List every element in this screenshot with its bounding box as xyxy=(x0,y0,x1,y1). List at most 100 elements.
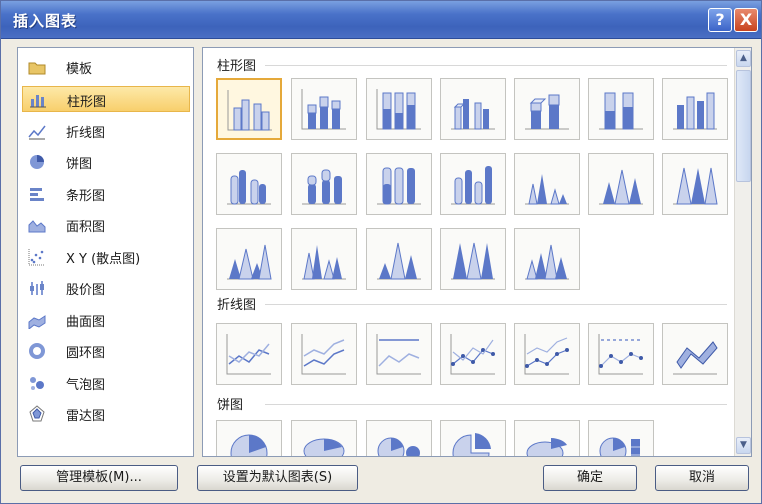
category-pie[interactable]: 饼图 xyxy=(22,149,190,175)
chart-type-exploded-pie[interactable] xyxy=(440,420,506,456)
category-label: 条形图 xyxy=(66,189,106,204)
chart-category-list: 模板 柱形图 折线图 饼图 条形图 面积图 X Y (散点图) 股价图 曲面图 … xyxy=(17,47,194,457)
dialog-title: 插入图表 xyxy=(13,12,78,30)
3d-cylinder-icon xyxy=(451,166,495,205)
chart-type-clustered-cylinder[interactable] xyxy=(216,153,282,215)
3d-clustered-column-icon xyxy=(451,99,495,130)
chart-type-100-stacked-line[interactable] xyxy=(366,323,432,385)
pie-chart-icon xyxy=(30,155,44,169)
chart-type-stacked-column[interactable] xyxy=(291,78,357,140)
doughnut-chart-icon xyxy=(29,343,45,359)
chart-type-line-with-markers[interactable] xyxy=(440,323,506,385)
chart-type-3d-clustered-column[interactable] xyxy=(440,78,506,140)
category-surface[interactable]: 曲面图 xyxy=(22,307,190,333)
chart-type-100-stacked-column[interactable] xyxy=(366,78,432,140)
title-bar[interactable]: 插入图表 ? X xyxy=(1,1,761,39)
manage-templates-button[interactable]: 管理模板(M)... xyxy=(20,465,178,491)
chart-type-3d-column[interactable] xyxy=(662,78,728,140)
clustered-pyramid-icon xyxy=(302,245,346,280)
section-title-pie: 饼图 xyxy=(217,398,244,413)
chart-type-stacked-cone[interactable] xyxy=(588,153,654,215)
set-as-default-chart-button[interactable]: 设置为默认图表(S) xyxy=(197,465,358,491)
line-icon xyxy=(226,334,271,375)
percent-stacked-line-icon xyxy=(376,334,421,375)
line-chart-icon xyxy=(28,125,46,140)
section-divider xyxy=(265,65,727,66)
chart-type-3d-pie[interactable] xyxy=(291,420,357,456)
chart-type-stacked-cylinder[interactable] xyxy=(291,153,357,215)
chart-type-clustered-cone[interactable] xyxy=(514,153,580,215)
scatter-chart-icon xyxy=(28,249,45,266)
stacked-line-icon xyxy=(301,334,346,375)
stacked-line-with-markers-icon xyxy=(524,334,569,375)
chart-type-stacked-line-with-markers[interactable] xyxy=(514,323,580,385)
category-label: 曲面图 xyxy=(66,315,106,330)
gallery-scrollbar[interactable]: ▲ ▼ xyxy=(734,48,751,456)
pie-icon xyxy=(230,434,268,456)
surface-chart-icon xyxy=(28,315,46,329)
help-button[interactable]: ? xyxy=(708,8,732,32)
column-chart-icon xyxy=(30,95,46,108)
scroll-down-icon[interactable]: ▼ xyxy=(736,437,751,454)
category-line[interactable]: 折线图 xyxy=(22,118,190,144)
scroll-up-icon[interactable]: ▲ xyxy=(736,50,751,67)
stacked-column-icon xyxy=(301,89,346,130)
category-bubble[interactable]: 气泡图 xyxy=(22,370,190,396)
category-radar[interactable]: 雷达图 xyxy=(22,401,190,427)
3d-stacked-column-icon xyxy=(525,94,569,130)
section-divider xyxy=(265,404,727,405)
category-label: 模板 xyxy=(66,62,93,77)
percent-stacked-pyramid-icon xyxy=(451,242,495,280)
chart-type-clustered-column[interactable] xyxy=(216,78,282,140)
chart-type-stacked-pyramid[interactable] xyxy=(366,228,432,290)
chart-type-stacked-line[interactable] xyxy=(291,323,357,385)
3d-line-icon xyxy=(673,341,718,375)
category-doughnut[interactable]: 圆环图 xyxy=(22,338,190,364)
3d-pie-icon xyxy=(303,438,345,456)
category-templates[interactable]: 模板 xyxy=(22,54,190,80)
scroll-thumb[interactable] xyxy=(736,70,751,182)
category-label: 面积图 xyxy=(66,220,106,235)
3d-exploded-pie-icon xyxy=(526,438,567,456)
chart-type-3d-exploded-pie[interactable] xyxy=(514,420,580,456)
chart-type-3d-stacked-column[interactable] xyxy=(514,78,580,140)
chart-type-100-stacked-pyramid[interactable] xyxy=(440,228,506,290)
3d-cone-icon xyxy=(227,244,272,280)
bar-of-pie-icon xyxy=(599,437,640,456)
cancel-button[interactable]: 取消 xyxy=(655,465,749,491)
line-with-markers-icon xyxy=(450,334,495,375)
chart-type-3d-100-stacked-column[interactable] xyxy=(588,78,654,140)
bubble-chart-icon xyxy=(30,377,44,390)
chart-type-3d-pyramid[interactable] xyxy=(514,228,580,290)
chart-type-line[interactable] xyxy=(216,323,282,385)
chart-type-100-stacked-cylinder[interactable] xyxy=(366,153,432,215)
close-button[interactable]: X xyxy=(734,8,758,32)
category-area[interactable]: 面积图 xyxy=(22,212,190,238)
chart-type-3d-line[interactable] xyxy=(662,323,728,385)
3d-percent-stacked-column-icon xyxy=(599,92,643,130)
stock-chart-icon xyxy=(30,281,44,295)
chart-type-bar-of-pie[interactable] xyxy=(588,420,654,456)
chart-type-3d-cone[interactable] xyxy=(216,228,282,290)
category-label: 股价图 xyxy=(66,283,106,298)
category-stock[interactable]: 股价图 xyxy=(22,275,190,301)
chart-type-pie-of-pie[interactable] xyxy=(366,420,432,456)
category-column[interactable]: 柱形图 xyxy=(22,86,190,112)
chart-type-100-stacked-cone[interactable] xyxy=(662,153,728,215)
clustered-cylinder-icon xyxy=(227,170,271,205)
chart-type-pie[interactable] xyxy=(216,420,282,456)
clustered-column-icon xyxy=(227,90,272,131)
bar-chart-icon xyxy=(30,188,44,201)
radar-chart-icon xyxy=(29,405,45,422)
chart-type-100-stacked-line-with-markers[interactable] xyxy=(588,323,654,385)
category-bar[interactable]: 条形图 xyxy=(22,181,190,207)
section-divider xyxy=(265,304,727,305)
pie-of-pie-icon xyxy=(377,437,420,456)
ok-button[interactable]: 确定 xyxy=(543,465,637,491)
category-scatter[interactable]: X Y (散点图) xyxy=(22,244,190,270)
stacked-cylinder-icon xyxy=(302,169,346,205)
percent-stacked-cylinder-icon xyxy=(377,167,421,205)
section-title-line: 折线图 xyxy=(217,298,257,313)
chart-type-clustered-pyramid[interactable] xyxy=(291,228,357,290)
chart-type-3d-cylinder[interactable] xyxy=(440,153,506,215)
